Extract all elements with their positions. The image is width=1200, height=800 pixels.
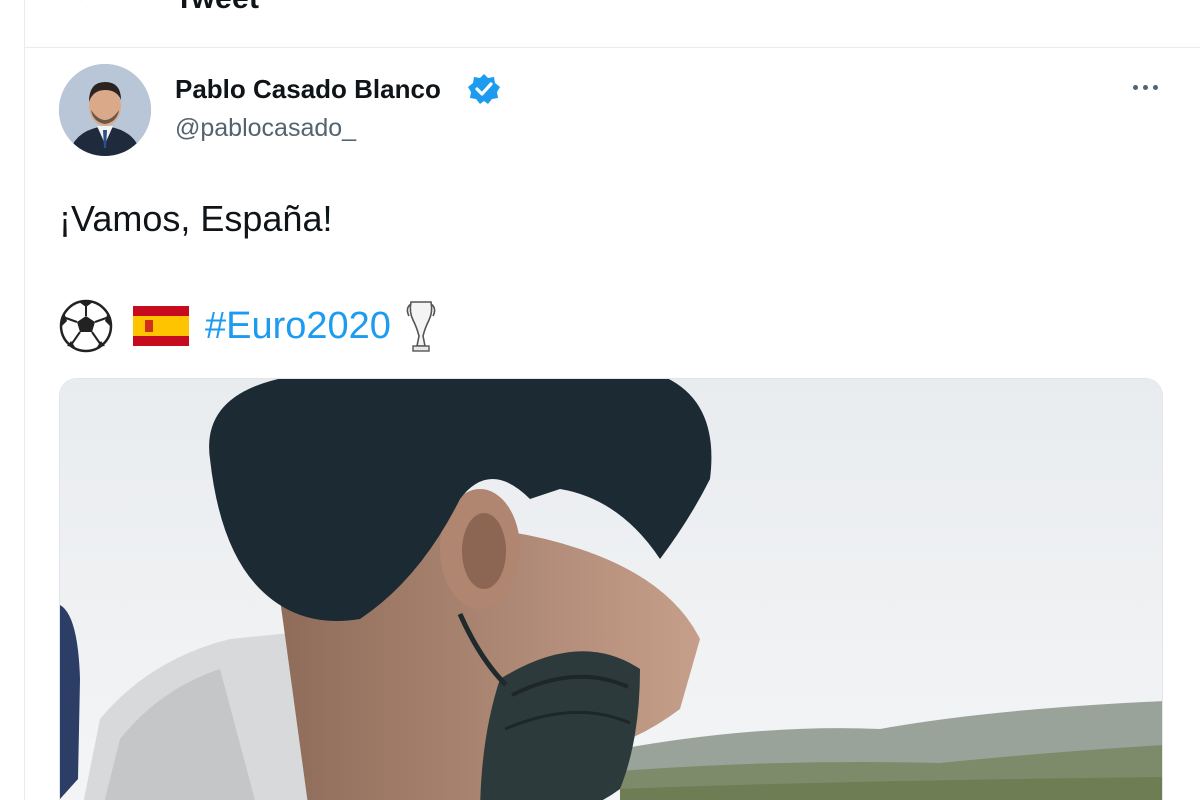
author-handle[interactable]: @pablocasado_: [175, 114, 356, 143]
tweet-text: ¡Vamos, España!: [59, 198, 333, 239]
spain-flag-icon: [133, 306, 189, 346]
page-title: Tweet: [175, 0, 259, 16]
page: Tweet Pablo Casado Blanco @pablocasa: [0, 0, 1200, 800]
more-options-icon[interactable]: [1127, 72, 1163, 102]
tweet-emoji-line: #Euro2020: [59, 296, 437, 356]
tweet-column: Tweet Pablo Casado Blanco @pablocasa: [24, 0, 1200, 800]
author-name[interactable]: Pablo Casado Blanco: [175, 74, 441, 105]
tweet-photo[interactable]: [59, 378, 1163, 800]
trophy-icon: [406, 301, 436, 352]
back-button[interactable]: [61, 0, 105, 12]
verified-badge-icon: [468, 74, 500, 104]
header: Tweet: [25, 0, 1200, 48]
tweet: Pablo Casado Blanco @pablocasado_ ¡Vamos…: [25, 48, 1200, 800]
soccer-ball-icon: [59, 299, 113, 353]
avatar-portrait: [59, 64, 151, 156]
back-arrow-icon: [61, 0, 105, 12]
hashtag-link[interactable]: #Euro2020: [205, 305, 391, 348]
tweet-photo-image: [60, 379, 1162, 800]
avatar[interactable]: [59, 64, 151, 156]
